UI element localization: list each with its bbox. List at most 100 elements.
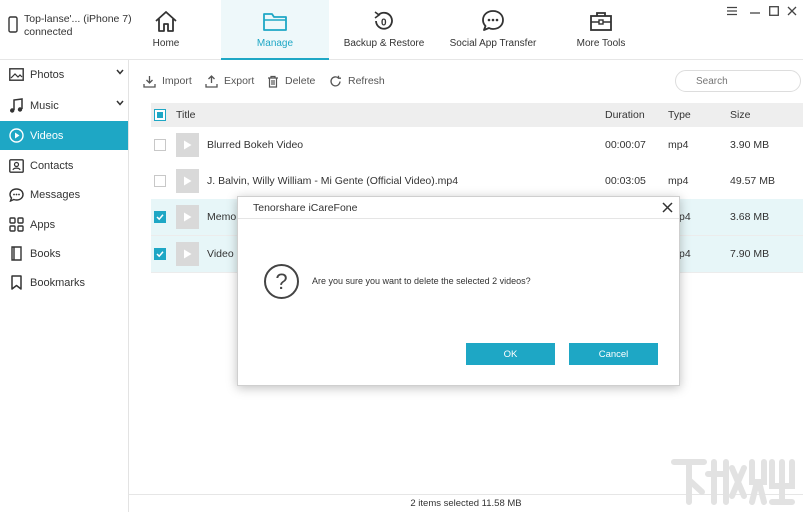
row-checkbox[interactable] [154, 211, 166, 223]
dialog-message: Are you sure you want to delete the sele… [312, 276, 531, 286]
ok-button[interactable]: OK [466, 343, 555, 365]
sidebar: Photos Music Videos Contacts Messages Ap… [0, 60, 129, 512]
top-bar: Top-lanse'... (iPhone 7) connected Home … [0, 0, 803, 60]
play-icon [184, 249, 192, 259]
chevron-down-icon [116, 69, 124, 75]
question-icon: ? [264, 264, 299, 299]
delete-button[interactable]: Delete [267, 73, 315, 89]
selection-summary: 2 items selected 11.58 MB [410, 498, 522, 509]
maximize-icon [769, 6, 779, 16]
close-window-button[interactable] [785, 4, 799, 18]
minimize-button[interactable] [748, 4, 762, 18]
table-row[interactable]: J. Balvin, Willy William - Mi Gente (Off… [151, 163, 803, 200]
search-input[interactable] [696, 75, 786, 87]
sidebar-item-music[interactable]: Music [0, 91, 128, 120]
search-box[interactable] [675, 70, 801, 92]
sidebar-item-messages[interactable]: Messages [0, 180, 128, 209]
sidebar-item-photos[interactable]: Photos [0, 60, 128, 89]
nav-more-tools[interactable]: More Tools [570, 0, 632, 60]
refresh-label: Refresh [348, 75, 385, 87]
sidebar-item-label: Messages [30, 188, 81, 201]
column-header-duration[interactable]: Duration [605, 109, 645, 121]
sidebar-item-label: Contacts [30, 159, 74, 172]
refresh-button[interactable]: Refresh [329, 73, 385, 89]
play-icon [184, 212, 192, 222]
cell-type: mp4 [668, 139, 689, 151]
sidebar-item-label: Videos [30, 129, 64, 142]
music-note-icon [10, 97, 23, 113]
close-icon [661, 201, 673, 213]
cell-size: 3.90 MB [730, 139, 770, 151]
sidebar-item-bookmarks[interactable]: Bookmarks [0, 268, 128, 297]
chat-bubble-icon [482, 10, 504, 31]
contacts-icon [8, 158, 24, 173]
nav-manage-label: Manage [256, 38, 294, 49]
import-button[interactable]: Import [143, 73, 192, 89]
home-icon [155, 11, 177, 32]
sidebar-item-books[interactable]: Books [0, 239, 128, 268]
folder-icon [263, 13, 287, 31]
column-header-size[interactable]: Size [730, 109, 750, 121]
column-header-title[interactable]: Title [176, 109, 195, 121]
play-circle-icon [8, 128, 24, 143]
toolbar: Import Export Delete Refresh [129, 60, 803, 102]
toolbox-icon [590, 12, 612, 31]
column-header-type[interactable]: Type [668, 109, 691, 121]
phone-icon [8, 16, 18, 33]
nav-backup-label: Backup & Restore [343, 38, 425, 49]
close-icon [787, 6, 797, 16]
maximize-button[interactable] [767, 4, 781, 18]
nav-home-label: Home [152, 38, 180, 49]
nav-manage[interactable]: Manage [221, 0, 329, 60]
select-all-checkbox[interactable] [154, 109, 166, 121]
cell-size: 49.57 MB [730, 175, 775, 187]
cell-size: 3.68 MB [730, 211, 770, 223]
bookmark-icon [10, 275, 22, 290]
export-label: Export [224, 75, 255, 87]
delete-label: Delete [285, 75, 316, 87]
cancel-button[interactable]: Cancel [569, 343, 658, 365]
cell-duration: 00:00:07 [605, 139, 646, 151]
cell-duration: 00:03:05 [605, 175, 646, 187]
messages-icon [8, 187, 24, 202]
device-info: Top-lanse'... (iPhone 7) connected [8, 13, 132, 43]
sidebar-item-label: Music [30, 99, 59, 112]
sidebar-item-videos[interactable]: Videos [0, 121, 128, 150]
sidebar-item-label: Photos [30, 68, 65, 81]
sidebar-item-contacts[interactable]: Contacts [0, 151, 128, 180]
export-icon [205, 74, 218, 88]
cell-title: Video ( [207, 248, 241, 260]
minimize-icon [750, 12, 760, 14]
hamburger-menu-icon [727, 6, 737, 16]
sidebar-item-label: Books [30, 247, 61, 260]
video-thumbnail [176, 242, 199, 266]
play-icon [184, 176, 192, 186]
backup-restore-icon: 0 [374, 11, 393, 30]
cell-title: J. Balvin, Willy William - Mi Gente (Off… [207, 175, 459, 187]
play-icon [184, 140, 192, 150]
row-checkbox[interactable] [154, 139, 166, 151]
cell-type: p4 [679, 248, 691, 260]
dialog-close-button[interactable] [660, 200, 674, 214]
menu-button[interactable] [725, 4, 739, 18]
device-status: connected [24, 26, 73, 38]
nav-backup-restore[interactable]: 0 Backup & Restore [342, 0, 426, 60]
checkmark-icon [156, 251, 164, 258]
nav-social-app-transfer[interactable]: Social App Transfer [448, 0, 538, 60]
table-header: Title Duration Type Size [151, 103, 803, 127]
nav-home[interactable]: Home [134, 0, 198, 60]
device-name: Top-lanse'... (iPhone 7) [24, 13, 132, 25]
confirm-delete-dialog: Tenorshare iCareFone ? Are you sure you … [237, 196, 680, 386]
sidebar-item-apps[interactable]: Apps [0, 210, 128, 239]
row-checkbox[interactable] [154, 175, 166, 187]
video-thumbnail [176, 169, 199, 193]
book-icon [10, 246, 22, 261]
video-thumbnail [176, 133, 199, 157]
trash-icon [268, 75, 278, 88]
dialog-title: Tenorshare iCareFone [253, 202, 358, 214]
row-checkbox[interactable] [154, 248, 166, 260]
video-thumbnail [176, 205, 199, 229]
import-icon [143, 75, 156, 88]
table-row[interactable]: Blurred Bokeh Video 00:00:07 mp4 3.90 MB [151, 127, 803, 164]
export-button[interactable]: Export [205, 73, 254, 89]
